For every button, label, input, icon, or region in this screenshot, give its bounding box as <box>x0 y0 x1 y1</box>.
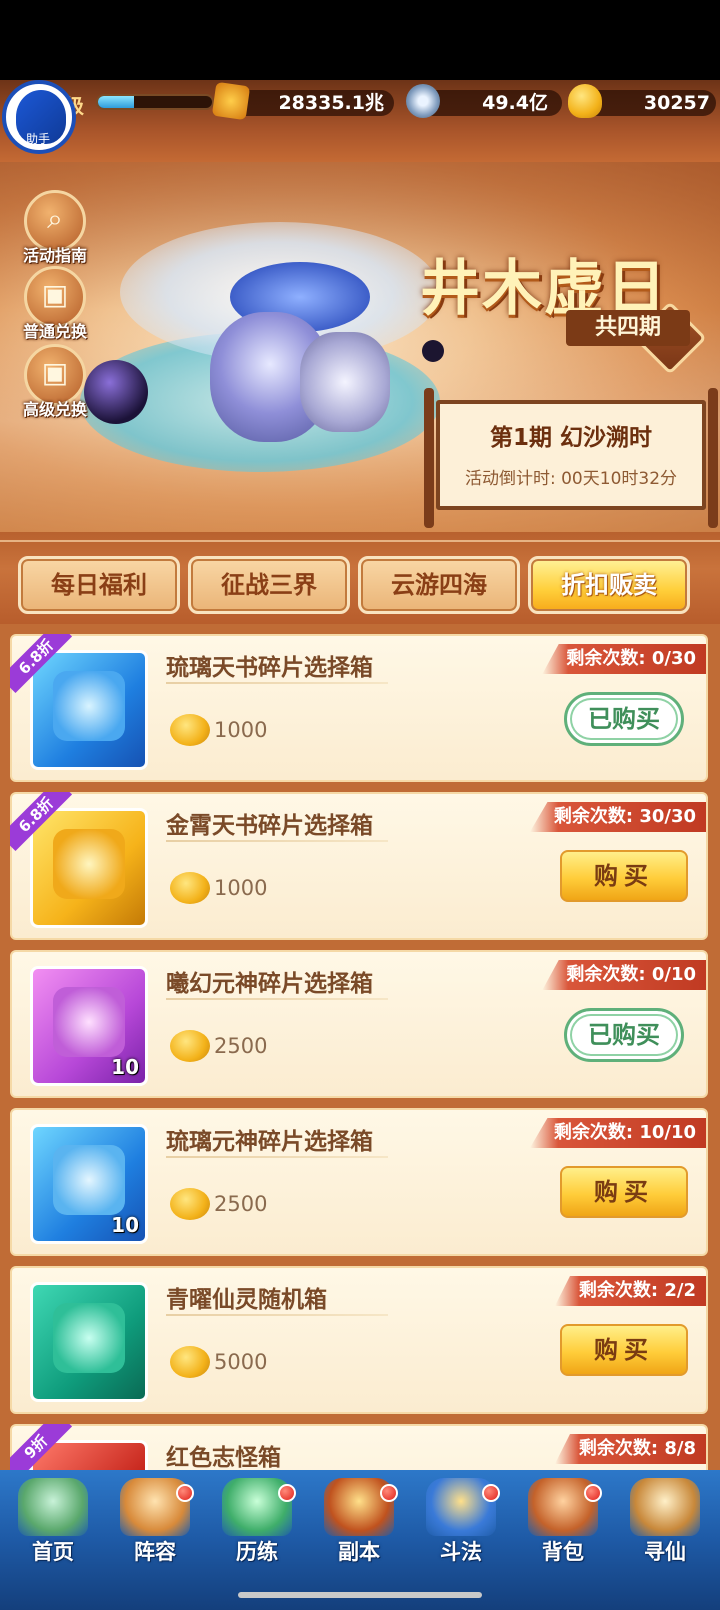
buy-button[interactable]: 购买 <box>560 1324 688 1376</box>
gold-ingot-icon <box>170 1030 210 1062</box>
purchased-button[interactable]: 已购买 <box>564 1008 684 1062</box>
item-quantity: 10 <box>111 1055 139 1079</box>
tab-bar: 每日福利 征战三界 云游四海 折扣贩卖 <box>0 532 720 624</box>
item-image: 10 <box>30 966 148 1086</box>
list-item: 青曜仙灵随机箱 5000 剩余次数: 2/2 购买 <box>10 1266 708 1414</box>
event-period-count: 共四期 <box>566 310 690 346</box>
item-image: 10 <box>30 1124 148 1244</box>
countdown-text: 活动倒计时: 00天10时32分 <box>464 469 678 489</box>
stage-board: 第1期 幻沙溯时 活动倒计时: 00天10时32分 <box>424 388 718 528</box>
status-bar <box>0 0 720 80</box>
item-name: 琉璃元神碎片选择箱 <box>166 1129 373 1155</box>
gold-ingot-icon <box>170 1188 210 1220</box>
silver-value: 49.4亿 <box>482 92 548 114</box>
power-value: 28335.1兆 <box>278 92 384 114</box>
tab-four-seas[interactable]: 云游四海 <box>358 556 520 614</box>
notification-dot <box>482 1484 500 1502</box>
spirit-box-icon <box>53 1303 125 1373</box>
discount-tag: 6.8折 <box>10 792 72 854</box>
list-item: 9折 红色志怪箱 剩余次数: 8/8 <box>10 1424 708 1470</box>
discount-tag: 6.8折 <box>10 634 72 696</box>
gift-box-icon: ▣ <box>41 356 69 389</box>
remaining-count: 剩余次数: 30/30 <box>529 802 706 832</box>
nav-seek-immortal[interactable]: 寻仙 <box>614 1470 716 1575</box>
treasure-chest-icon <box>53 1145 125 1215</box>
mountain-home-icon <box>18 1478 88 1536</box>
item-price: 5000 <box>214 1350 268 1374</box>
divine-beast-illustration <box>170 252 410 452</box>
item-name: 金霄天书碎片选择箱 <box>166 813 373 839</box>
treasure-chest-icon <box>53 987 125 1057</box>
discount-tag: 9折 <box>10 1424 72 1470</box>
notification-dot <box>176 1484 194 1502</box>
gold-ingot-icon <box>170 714 210 746</box>
nav-duel[interactable]: 斗法 <box>410 1470 512 1575</box>
nav-lineup[interactable]: 阵容 <box>104 1470 206 1575</box>
home-indicator <box>238 1592 482 1598</box>
nav-dungeon[interactable]: 副本 <box>308 1470 410 1575</box>
item-name: 青曜仙灵随机箱 <box>166 1287 327 1313</box>
tab-discount-sale[interactable]: 折扣贩卖 <box>528 556 690 614</box>
tab-daily-welfare[interactable]: 每日福利 <box>18 556 180 614</box>
list-item: 6.8折 金霄天书碎片选择箱 1000 剩余次数: 30/30 购买 <box>10 792 708 940</box>
normal-exchange-button[interactable]: ▣ 普通兑换 <box>18 266 92 346</box>
item-price: 2500 <box>214 1192 268 1216</box>
item-name: 红色志怪箱 <box>166 1445 281 1470</box>
bottom-nav: 首页 阵容 历练 副本 斗法 背包 寻仙 <box>0 1470 720 1610</box>
notification-dot <box>584 1484 602 1502</box>
activity-guide-button[interactable]: ⌕ 活动指南 <box>18 190 92 270</box>
purchased-button[interactable]: 已购买 <box>564 692 684 746</box>
item-name: 曦幻元神碎片选择箱 <box>166 971 373 997</box>
notification-dot <box>278 1484 296 1502</box>
buy-button[interactable]: 购买 <box>560 1166 688 1218</box>
item-list: 6.8折 琉璃天书碎片选择箱 1000 剩余次数: 0/30 已购买 6.8折 … <box>0 624 720 1470</box>
gold-ingot-icon <box>170 1346 210 1378</box>
tab-three-realms[interactable]: 征战三界 <box>188 556 350 614</box>
item-price: 2500 <box>214 1034 268 1058</box>
remaining-count: 剩余次数: 10/10 <box>529 1118 706 1148</box>
gift-box-icon: ▣ <box>41 278 69 311</box>
silver-coin-icon <box>406 84 440 118</box>
nav-training[interactable]: 历练 <box>206 1470 308 1575</box>
magnifier-icon: ⌕ <box>47 202 63 235</box>
notification-dot <box>380 1484 398 1502</box>
gold-ingot-icon <box>170 872 210 904</box>
gold-ingot-icon <box>568 84 602 118</box>
remaining-count: 剩余次数: 0/10 <box>542 960 706 990</box>
list-item: 10 琉璃元神碎片选择箱 2500 剩余次数: 10/10 购买 <box>10 1108 708 1256</box>
item-quantity: 10 <box>111 1213 139 1237</box>
buy-button[interactable]: 购买 <box>560 850 688 902</box>
level-progress-bar <box>96 94 214 110</box>
scroll-icon <box>630 1478 700 1536</box>
stage-name: 第1期 幻沙溯时 <box>489 425 652 451</box>
resource-bar: 级 28335.1兆 49.4亿 30257 <box>0 80 720 162</box>
nav-home[interactable]: 首页 <box>2 1470 104 1575</box>
nav-bag[interactable]: 背包 <box>512 1470 614 1575</box>
list-item: 6.8折 琉璃天书碎片选择箱 1000 剩余次数: 0/30 已购买 <box>10 634 708 782</box>
item-price: 1000 <box>214 876 268 900</box>
remaining-count: 剩余次数: 2/2 <box>554 1276 706 1306</box>
list-item: 10 曦幻元神碎片选择箱 2500 剩余次数: 0/10 已购买 <box>10 950 708 1098</box>
assistant-label: 助手 <box>26 132 51 146</box>
premium-exchange-button[interactable]: ▣ 高级兑换 <box>18 344 92 424</box>
item-name: 琉璃天书碎片选择箱 <box>166 655 373 681</box>
item-price: 1000 <box>214 718 268 742</box>
assistant-button[interactable]: 助手 <box>0 78 80 174</box>
remaining-count: 剩余次数: 8/8 <box>554 1434 706 1464</box>
item-image <box>30 1282 148 1402</box>
remaining-count: 剩余次数: 0/30 <box>542 644 706 674</box>
gold-value: 30257 <box>643 92 710 114</box>
